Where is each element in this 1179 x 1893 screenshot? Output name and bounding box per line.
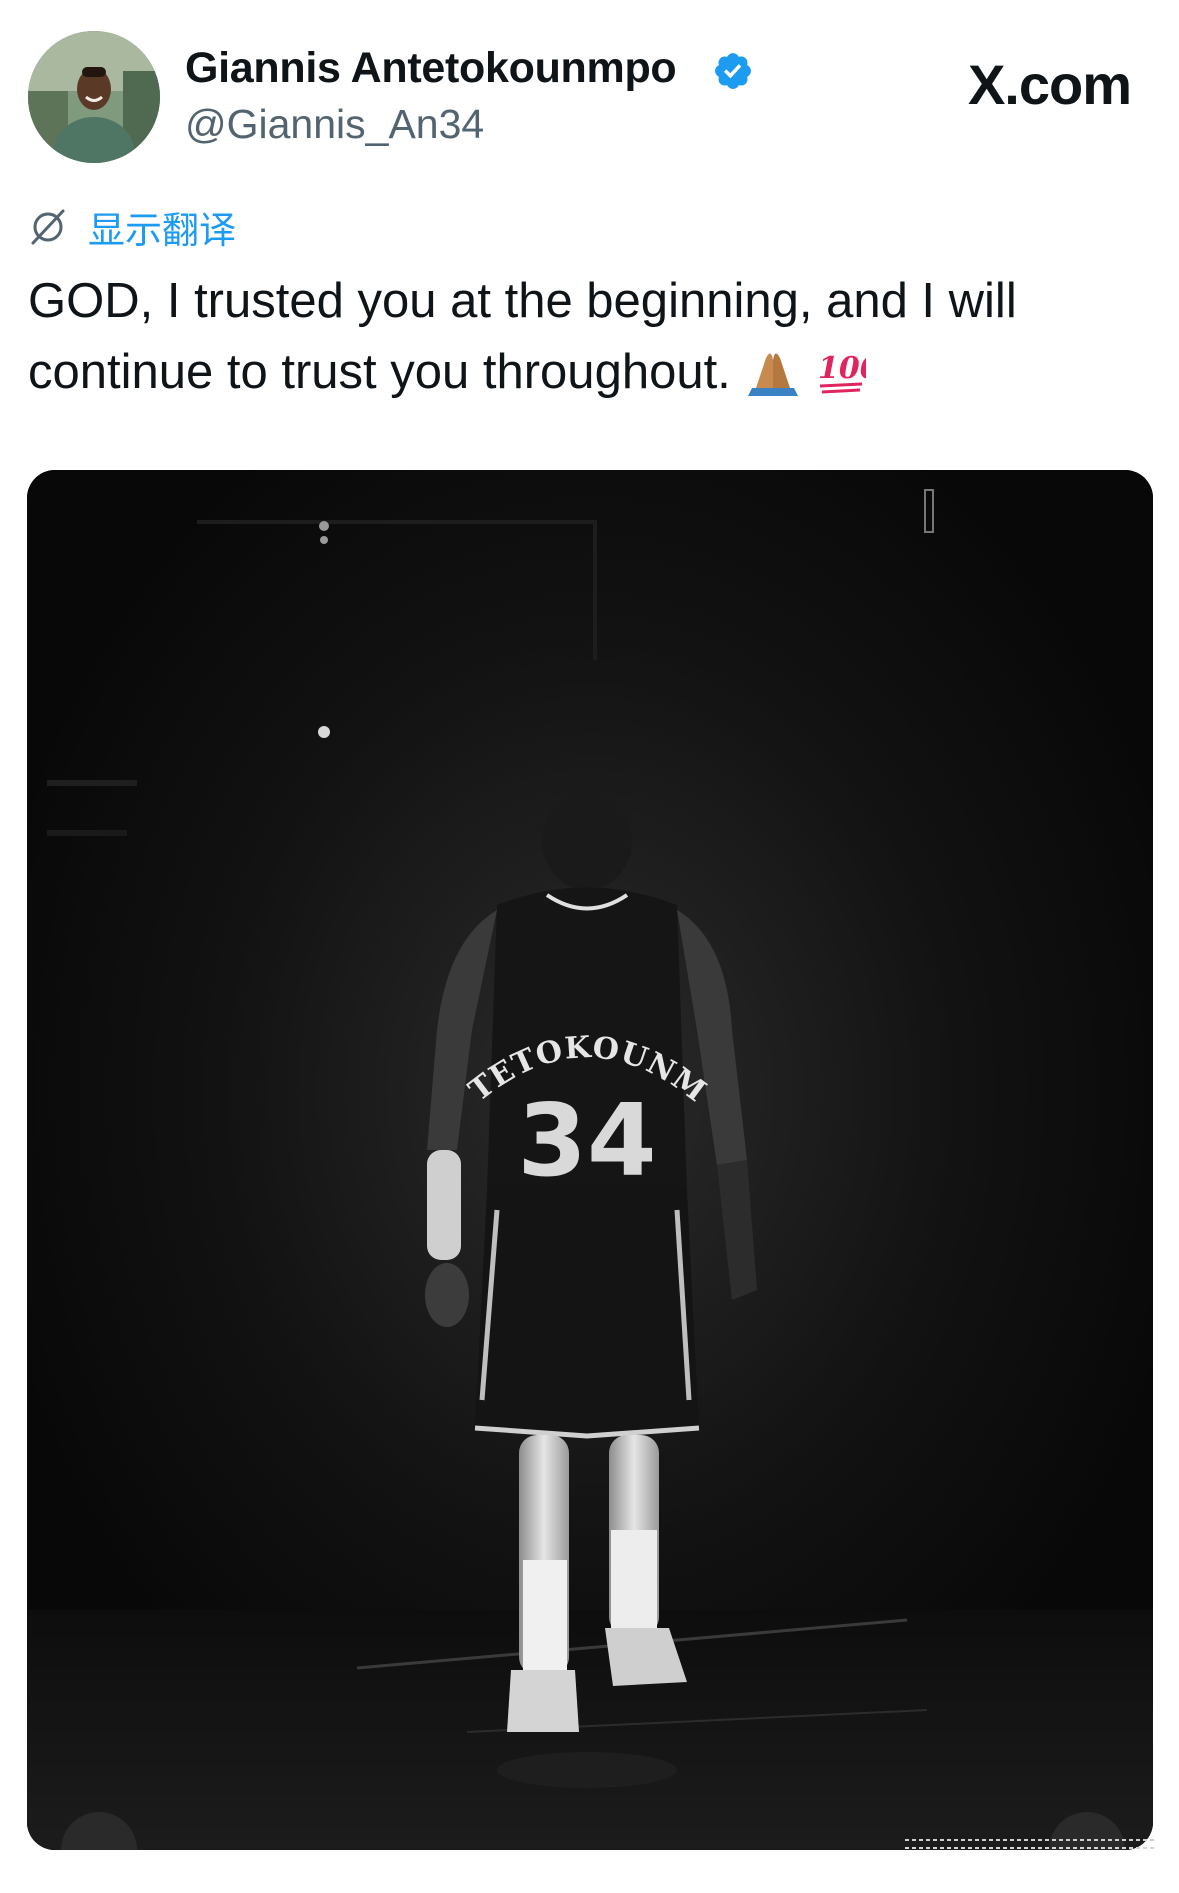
verified-badge-icon xyxy=(715,53,751,89)
brand-watermark: X.com xyxy=(967,53,1132,116)
tweet-text: GOD, I trusted you at the beginning, and… xyxy=(28,266,1148,418)
tweet-text-line-2: continue to trust you throughout. 100 xyxy=(28,337,1148,418)
tweet-text-line-2-content: continue to trust you throughout. xyxy=(28,345,731,399)
praying-hands-emoji xyxy=(744,344,802,418)
image-edge-artifact xyxy=(905,1839,1155,1849)
tweet-text-line-1: GOD, I trusted you at the beginning, and… xyxy=(28,274,1017,328)
translate-globe-icon xyxy=(31,209,65,245)
svg-text:100: 100 xyxy=(818,351,866,386)
show-translation-button[interactable]: 显示翻译 xyxy=(28,203,236,252)
hundred-points-emoji: 100 xyxy=(816,344,881,418)
translate-label: 显示翻译 xyxy=(88,209,236,252)
avatar[interactable] xyxy=(28,31,160,163)
tweet-media-image[interactable]: ANTETOKOUNMPO 34 xyxy=(27,470,1153,1850)
display-name[interactable]: Giannis Antetokounmpo xyxy=(185,44,677,93)
jersey-number: 34 xyxy=(517,1082,656,1199)
author-handle[interactable]: @Giannis_An34 xyxy=(185,101,484,148)
